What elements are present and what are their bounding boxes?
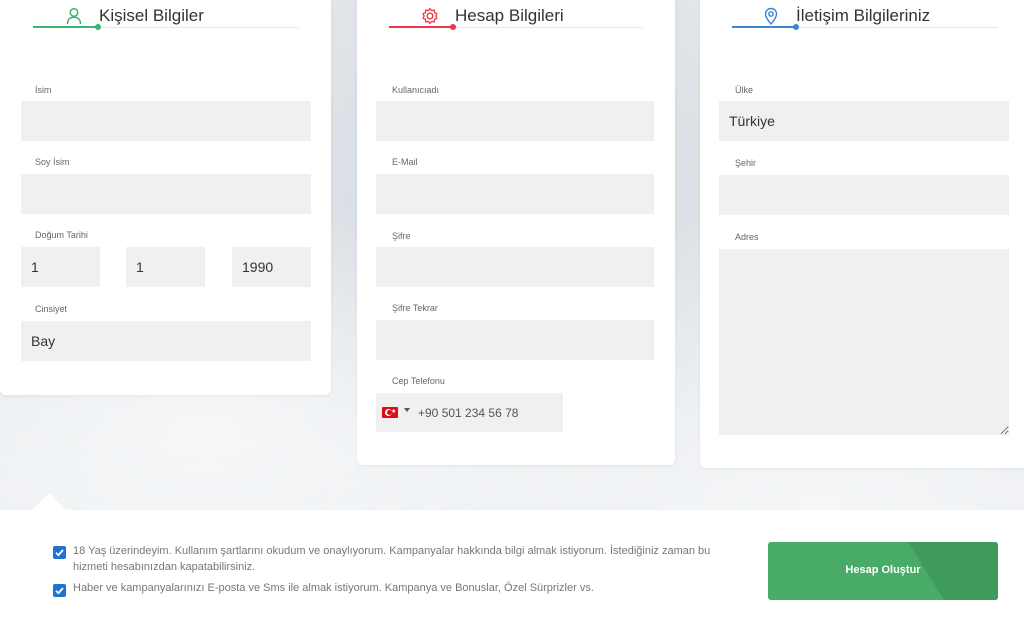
phone-field[interactable]: ★ +90 501 234 56 78 [376, 393, 563, 432]
create-account-label: Hesap Oluştur [845, 564, 921, 576]
surname-input[interactable] [21, 174, 311, 214]
contact-info-title: İletişim Bilgileriniz [796, 6, 931, 25]
marketing-text: Haber ve kampanyalarınızı E-posta ve Sms… [73, 582, 594, 594]
personal-info-header: Kişisel Bilgiler [0, 0, 331, 40]
terms-checkbox[interactable] [53, 546, 66, 559]
username-input[interactable] [376, 101, 654, 141]
gender-select[interactable] [21, 321, 311, 361]
terms-text-line2: hizmeti hesabınızdan kapatabilirsiniz. [73, 561, 256, 573]
location-pin-icon [761, 6, 781, 26]
phone-input[interactable]: +90 501 234 56 78 [418, 406, 518, 420]
city-label: Şehir [735, 158, 757, 168]
gear-icon [420, 6, 440, 26]
terms-text-line1: 18 Yaş üzerindeyim. Kullanım şartlarını … [73, 545, 711, 557]
username-label: Kullanıcıadı [392, 85, 440, 95]
turkey-flag-icon[interactable]: ★ [382, 407, 398, 418]
phone-label: Cep Telefonu [392, 376, 445, 386]
chevron-down-icon[interactable] [404, 408, 410, 412]
account-info-header: Hesap Bilgileri [357, 0, 675, 40]
account-info-title: Hesap Bilgileri [455, 6, 564, 25]
marketing-checkbox[interactable] [53, 584, 66, 597]
city-input[interactable] [719, 175, 1009, 215]
footer-notch [32, 493, 66, 510]
contact-info-underline [732, 24, 998, 30]
checkmark-icon [55, 549, 64, 557]
surname-label: Soy İsim [35, 157, 70, 167]
personal-info-title: Kişisel Bilgiler [99, 6, 204, 25]
country-select[interactable] [719, 101, 1009, 141]
user-icon [64, 6, 84, 26]
email-input[interactable] [376, 174, 654, 214]
password-label: Şifre [392, 231, 411, 241]
email-label: E-Mail [392, 157, 418, 167]
address-textarea[interactable] [719, 249, 1009, 435]
checkmark-icon [55, 587, 64, 595]
password-repeat-input[interactable] [376, 320, 654, 360]
birth-year-select[interactable] [232, 247, 311, 287]
birth-day-select[interactable] [21, 247, 100, 287]
country-label: Ülke [735, 85, 754, 95]
name-label: İsim [35, 85, 52, 95]
contact-info-header: İletişim Bilgileriniz [700, 0, 1024, 40]
name-input[interactable] [21, 101, 311, 141]
create-account-button[interactable]: Hesap Oluştur [768, 542, 998, 600]
password-repeat-label: Şifre Tekrar [392, 303, 438, 313]
birthdate-label: Doğum Tarihi [35, 230, 88, 240]
birth-month-select[interactable] [126, 247, 205, 287]
password-input[interactable] [376, 247, 654, 287]
personal-info-underline [33, 24, 299, 30]
gender-label: Cinsiyet [35, 304, 68, 314]
address-label: Adres [735, 232, 759, 242]
account-info-underline [389, 24, 643, 30]
